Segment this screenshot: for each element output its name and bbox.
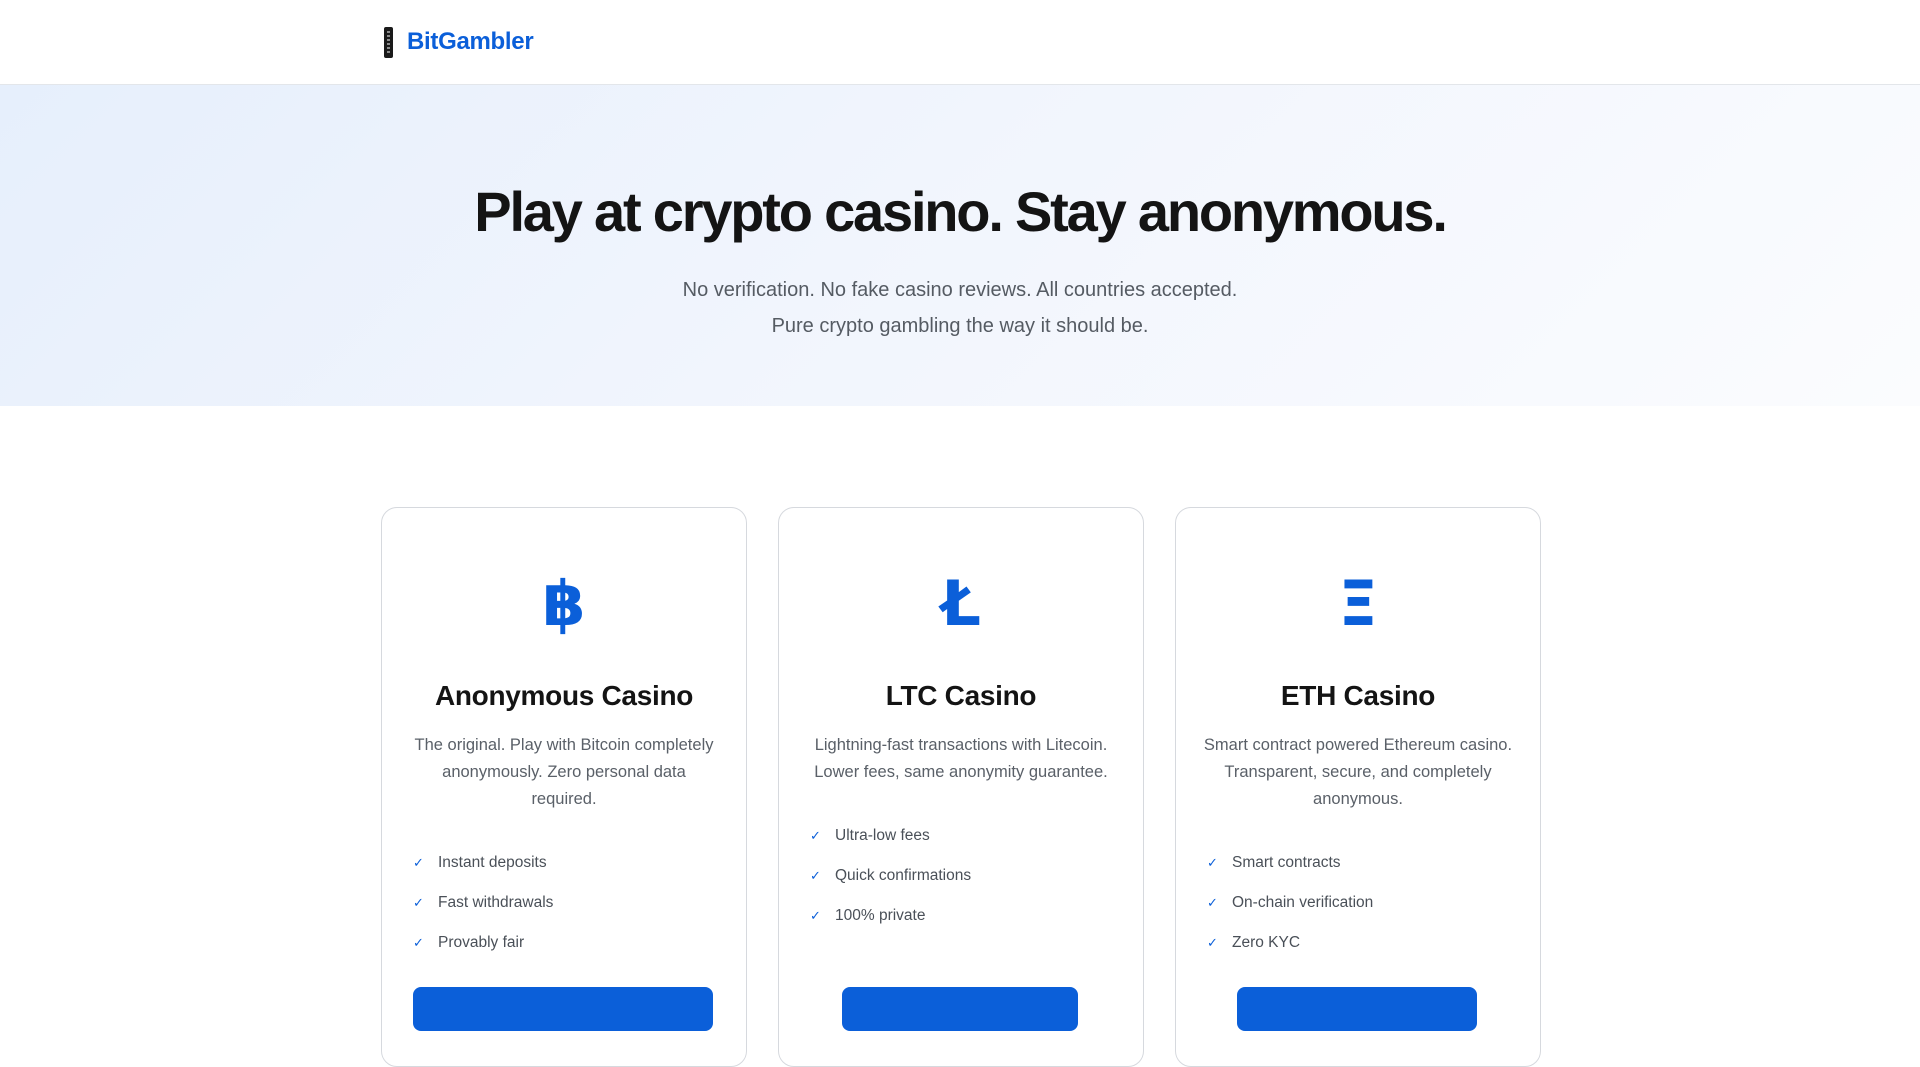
anonymous-casino-cta-button[interactable] [413, 987, 713, 1031]
card-description: Lightning-fast transactions with Litecoi… [814, 736, 1108, 781]
bitcoin-icon: ฿ [542, 567, 586, 640]
feature-label: Instant deposits [438, 854, 547, 871]
casino-cards: ฿ Anonymous Casino The original. Play wi… [381, 507, 1541, 1067]
check-icon: ✓ [1207, 895, 1218, 911]
feature-label: Smart contracts [1232, 854, 1341, 871]
check-icon: ✓ [1207, 935, 1218, 951]
feature-list: ✓ Smart contracts ✓ On-chain verification … [1176, 843, 1540, 963]
casino-card-bitcoin: ฿ Anonymous Casino The original. Play wi… [381, 507, 747, 1067]
casino-card-ethereum: Ξ ETH Casino Smart contract powered Ethe… [1175, 507, 1541, 1067]
feature-label: Zero KYC [1232, 934, 1301, 951]
logo-icon [384, 26, 393, 58]
feature-label: Quick confirmations [835, 867, 972, 884]
feature-label: 100% private [835, 907, 926, 924]
eth-casino-cta-button[interactable] [1237, 987, 1477, 1031]
feature-item: ✓ 100% private [810, 896, 1143, 936]
hero-section: Play at crypto casino. Stay anonymous. N… [0, 85, 1920, 406]
check-icon: ✓ [810, 868, 821, 884]
feature-item: ✓ Zero KYC [1207, 923, 1540, 963]
card-description: Smart contract powered Ethereum casino. … [1203, 736, 1513, 808]
site-header: BitGambler [0, 0, 1920, 85]
check-icon: ✓ [413, 855, 424, 871]
feature-item: ✓ Instant deposits [413, 843, 746, 883]
card-description: The original. Play with Bitcoin complete… [414, 736, 714, 808]
hero-subtitle: No verification. No fake casino reviews.… [0, 272, 1920, 344]
check-icon: ✓ [413, 895, 424, 911]
hero-subtitle-line-2: Pure crypto gambling the way it should b… [771, 315, 1149, 338]
feature-label: On-chain verification [1232, 894, 1374, 911]
litecoin-icon: Ł [941, 567, 981, 640]
ltc-casino-cta-button[interactable] [842, 987, 1078, 1031]
feature-item: ✓ On-chain verification [1207, 883, 1540, 923]
card-title: ETH Casino [1280, 680, 1436, 711]
feature-item: ✓ Provably fair [413, 923, 746, 963]
brand-name: BitGambler [407, 28, 534, 55]
feature-label: Ultra-low fees [835, 827, 930, 844]
check-icon: ✓ [810, 908, 821, 924]
feature-item: ✓ Ultra-low fees [810, 816, 1143, 856]
brand-logo-link[interactable]: BitGambler [384, 26, 534, 58]
hero-title: Play at crypto casino. Stay anonymous. [474, 180, 1448, 243]
feature-item: ✓ Smart contracts [1207, 843, 1540, 883]
feature-item: ✓ Fast withdrawals [413, 883, 746, 923]
feature-list: ✓ Ultra-low fees ✓ Quick confirmations ✓ 10… [779, 816, 1143, 936]
feature-item: ✓ Quick confirmations [810, 856, 1143, 896]
feature-label: Provably fair [438, 934, 525, 951]
ethereum-icon: Ξ [1338, 567, 1378, 640]
feature-list: ✓ Instant deposits ✓ Fast withdrawals ✓ Pro… [382, 843, 746, 963]
casino-card-litecoin: Ł LTC Casino Lightning-fast transactions… [778, 507, 1144, 1067]
check-icon: ✓ [413, 935, 424, 951]
card-title: LTC Casino [885, 680, 1037, 711]
feature-label: Fast withdrawals [438, 894, 554, 911]
check-icon: ✓ [1207, 855, 1218, 871]
hero-subtitle-line-1: No verification. No fake casino reviews.… [682, 279, 1238, 302]
card-title: Anonymous Casino [434, 680, 694, 711]
check-icon: ✓ [810, 828, 821, 844]
